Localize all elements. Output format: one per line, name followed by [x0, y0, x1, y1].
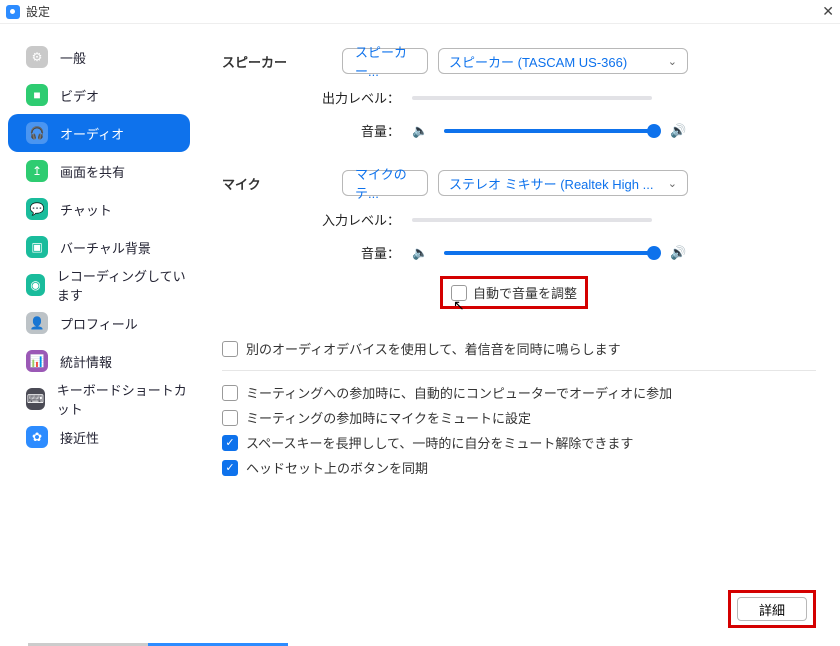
sidebar-icon: 💬 — [26, 198, 48, 220]
chevron-down-icon: ⌄ — [668, 177, 677, 190]
sidebar-item-6[interactable]: ◉ レコーディングしています — [8, 266, 190, 304]
headset-sync-option[interactable]: ヘッドセット上のボタンを同期 — [222, 458, 816, 477]
close-icon[interactable]: ✕ — [822, 3, 834, 20]
headset-sync-label: ヘッドセット上のボタンを同期 — [246, 458, 428, 477]
speaker-volume-label: 音量： — [222, 121, 412, 140]
headset-sync-checkbox[interactable] — [222, 460, 238, 476]
space-unmute-checkbox[interactable] — [222, 435, 238, 451]
volume-low-icon: 🔈 — [412, 123, 428, 139]
sidebar-item-label: 画面を共有 — [60, 162, 125, 181]
ring-device-checkbox[interactable] — [222, 341, 238, 357]
speaker-label: スピーカー — [222, 52, 342, 71]
separator — [222, 370, 816, 371]
speaker-device-value: スピーカー (TASCAM US-366) — [449, 52, 627, 71]
sidebar-item-label: プロフィール — [60, 314, 138, 333]
sidebar-item-label: オーディオ — [60, 124, 124, 143]
mic-device-select[interactable]: ステレオ ミキサー (Realtek High ... ⌄ — [438, 170, 688, 196]
sidebar-item-4[interactable]: 💬 チャット — [8, 190, 190, 228]
sidebar-icon: ✿ — [26, 426, 48, 448]
sidebar-item-0[interactable]: ⚙ 一般 — [8, 38, 190, 76]
sidebar-item-label: チャット — [60, 200, 112, 219]
ring-device-label: 別のオーディオデバイスを使用して、着信音を同時に鳴らします — [246, 339, 621, 358]
footer-accent — [0, 640, 840, 646]
sidebar-item-1[interactable]: ■ ビデオ — [8, 76, 190, 114]
sidebar-item-label: レコーディングしています — [57, 266, 190, 304]
input-level-label: 入力レベル： — [222, 210, 412, 229]
sidebar-icon: ↥ — [26, 160, 48, 182]
sidebar-item-10[interactable]: ✿ 接近性 — [8, 418, 190, 456]
sidebar-item-label: ビデオ — [60, 86, 99, 105]
sidebar-item-2[interactable]: 🎧 オーディオ — [8, 114, 190, 152]
advanced-highlight: 詳細 — [728, 590, 816, 628]
sidebar-item-label: 接近性 — [60, 428, 99, 447]
speaker-section: スピーカー スピーカー... スピーカー (TASCAM US-366) ⌄ 出… — [222, 48, 816, 140]
sidebar-item-7[interactable]: 👤 プロフィール — [8, 304, 190, 342]
auto-join-audio-option[interactable]: ミーティングへの参加時に、自動的にコンピューターでオーディオに参加 — [222, 383, 816, 402]
volume-high-icon: 🔊 — [670, 123, 686, 139]
sidebar-icon: 🎧 — [26, 122, 48, 144]
mic-device-value: ステレオ ミキサー (Realtek High ... — [449, 174, 653, 193]
mute-on-join-label: ミーティングの参加時にマイクをミュートに設定 — [246, 408, 531, 427]
sidebar: ⚙ 一般 ■ ビデオ 🎧 オーディオ ↥ 画面を共有 💬 チャット ▣ バーチャル背景 ◉ レコーディング… — [0, 24, 198, 640]
mic-section: マイク マイクのテ... ステレオ ミキサー (Realtek High ...… — [222, 170, 816, 309]
space-unmute-option[interactable]: スペースキーを長押しして、一時的に自分をミュート解除できます — [222, 433, 816, 452]
auto-adjust-volume-highlight: 自動で音量を調整 ↖ — [440, 276, 588, 309]
sidebar-icon: 📊 — [26, 350, 48, 372]
window-title: 設定 — [26, 3, 50, 20]
sidebar-item-label: 統計情報 — [60, 352, 112, 371]
auto-join-audio-label: ミーティングへの参加時に、自動的にコンピューターでオーディオに参加 — [246, 383, 672, 402]
auto-adjust-volume-label: 自動で音量を調整 — [473, 283, 577, 302]
speaker-test-button[interactable]: スピーカー... — [342, 48, 428, 74]
sidebar-icon: ▣ — [26, 236, 48, 258]
sidebar-item-8[interactable]: 📊 統計情報 — [8, 342, 190, 380]
sidebar-item-label: バーチャル背景 — [60, 238, 151, 257]
mute-on-join-checkbox[interactable] — [222, 410, 238, 426]
sidebar-item-5[interactable]: ▣ バーチャル背景 — [8, 228, 190, 266]
advanced-button[interactable]: 詳細 — [737, 597, 807, 621]
ring-device-option[interactable]: 別のオーディオデバイスを使用して、着信音を同時に鳴らします — [222, 339, 816, 358]
sidebar-icon: 👤 — [26, 312, 48, 334]
sidebar-item-3[interactable]: ↥ 画面を共有 — [8, 152, 190, 190]
volume-high-icon: 🔊 — [670, 245, 686, 261]
mic-test-button[interactable]: マイクのテ... — [342, 170, 428, 196]
sidebar-icon: ◉ — [26, 274, 45, 296]
input-level-meter — [412, 218, 652, 222]
sidebar-icon: ⚙ — [26, 46, 48, 68]
output-level-meter — [412, 96, 652, 100]
app-icon — [6, 5, 20, 19]
mic-label: マイク — [222, 174, 342, 193]
space-unmute-label: スペースキーを長押しして、一時的に自分をミュート解除できます — [246, 433, 633, 452]
sidebar-icon: ■ — [26, 84, 48, 106]
sidebar-item-9[interactable]: ⌨ キーボードショートカット — [8, 380, 190, 418]
mic-volume-label: 音量： — [222, 243, 412, 262]
output-level-label: 出力レベル： — [222, 88, 412, 107]
cursor-icon: ↖ — [453, 297, 465, 314]
mic-volume-slider[interactable] — [444, 251, 654, 255]
mute-on-join-option[interactable]: ミーティングの参加時にマイクをミュートに設定 — [222, 408, 816, 427]
volume-low-icon: 🔈 — [412, 245, 428, 261]
speaker-volume-slider[interactable] — [444, 129, 654, 133]
chevron-down-icon: ⌄ — [668, 55, 677, 68]
main-panel: スピーカー スピーカー... スピーカー (TASCAM US-366) ⌄ 出… — [198, 24, 840, 640]
auto-join-audio-checkbox[interactable] — [222, 385, 238, 401]
sidebar-item-label: 一般 — [60, 48, 86, 67]
speaker-device-select[interactable]: スピーカー (TASCAM US-366) ⌄ — [438, 48, 688, 74]
sidebar-icon: ⌨ — [26, 388, 45, 410]
titlebar: 設定 ✕ — [0, 0, 840, 24]
sidebar-item-label: キーボードショートカット — [57, 380, 190, 418]
